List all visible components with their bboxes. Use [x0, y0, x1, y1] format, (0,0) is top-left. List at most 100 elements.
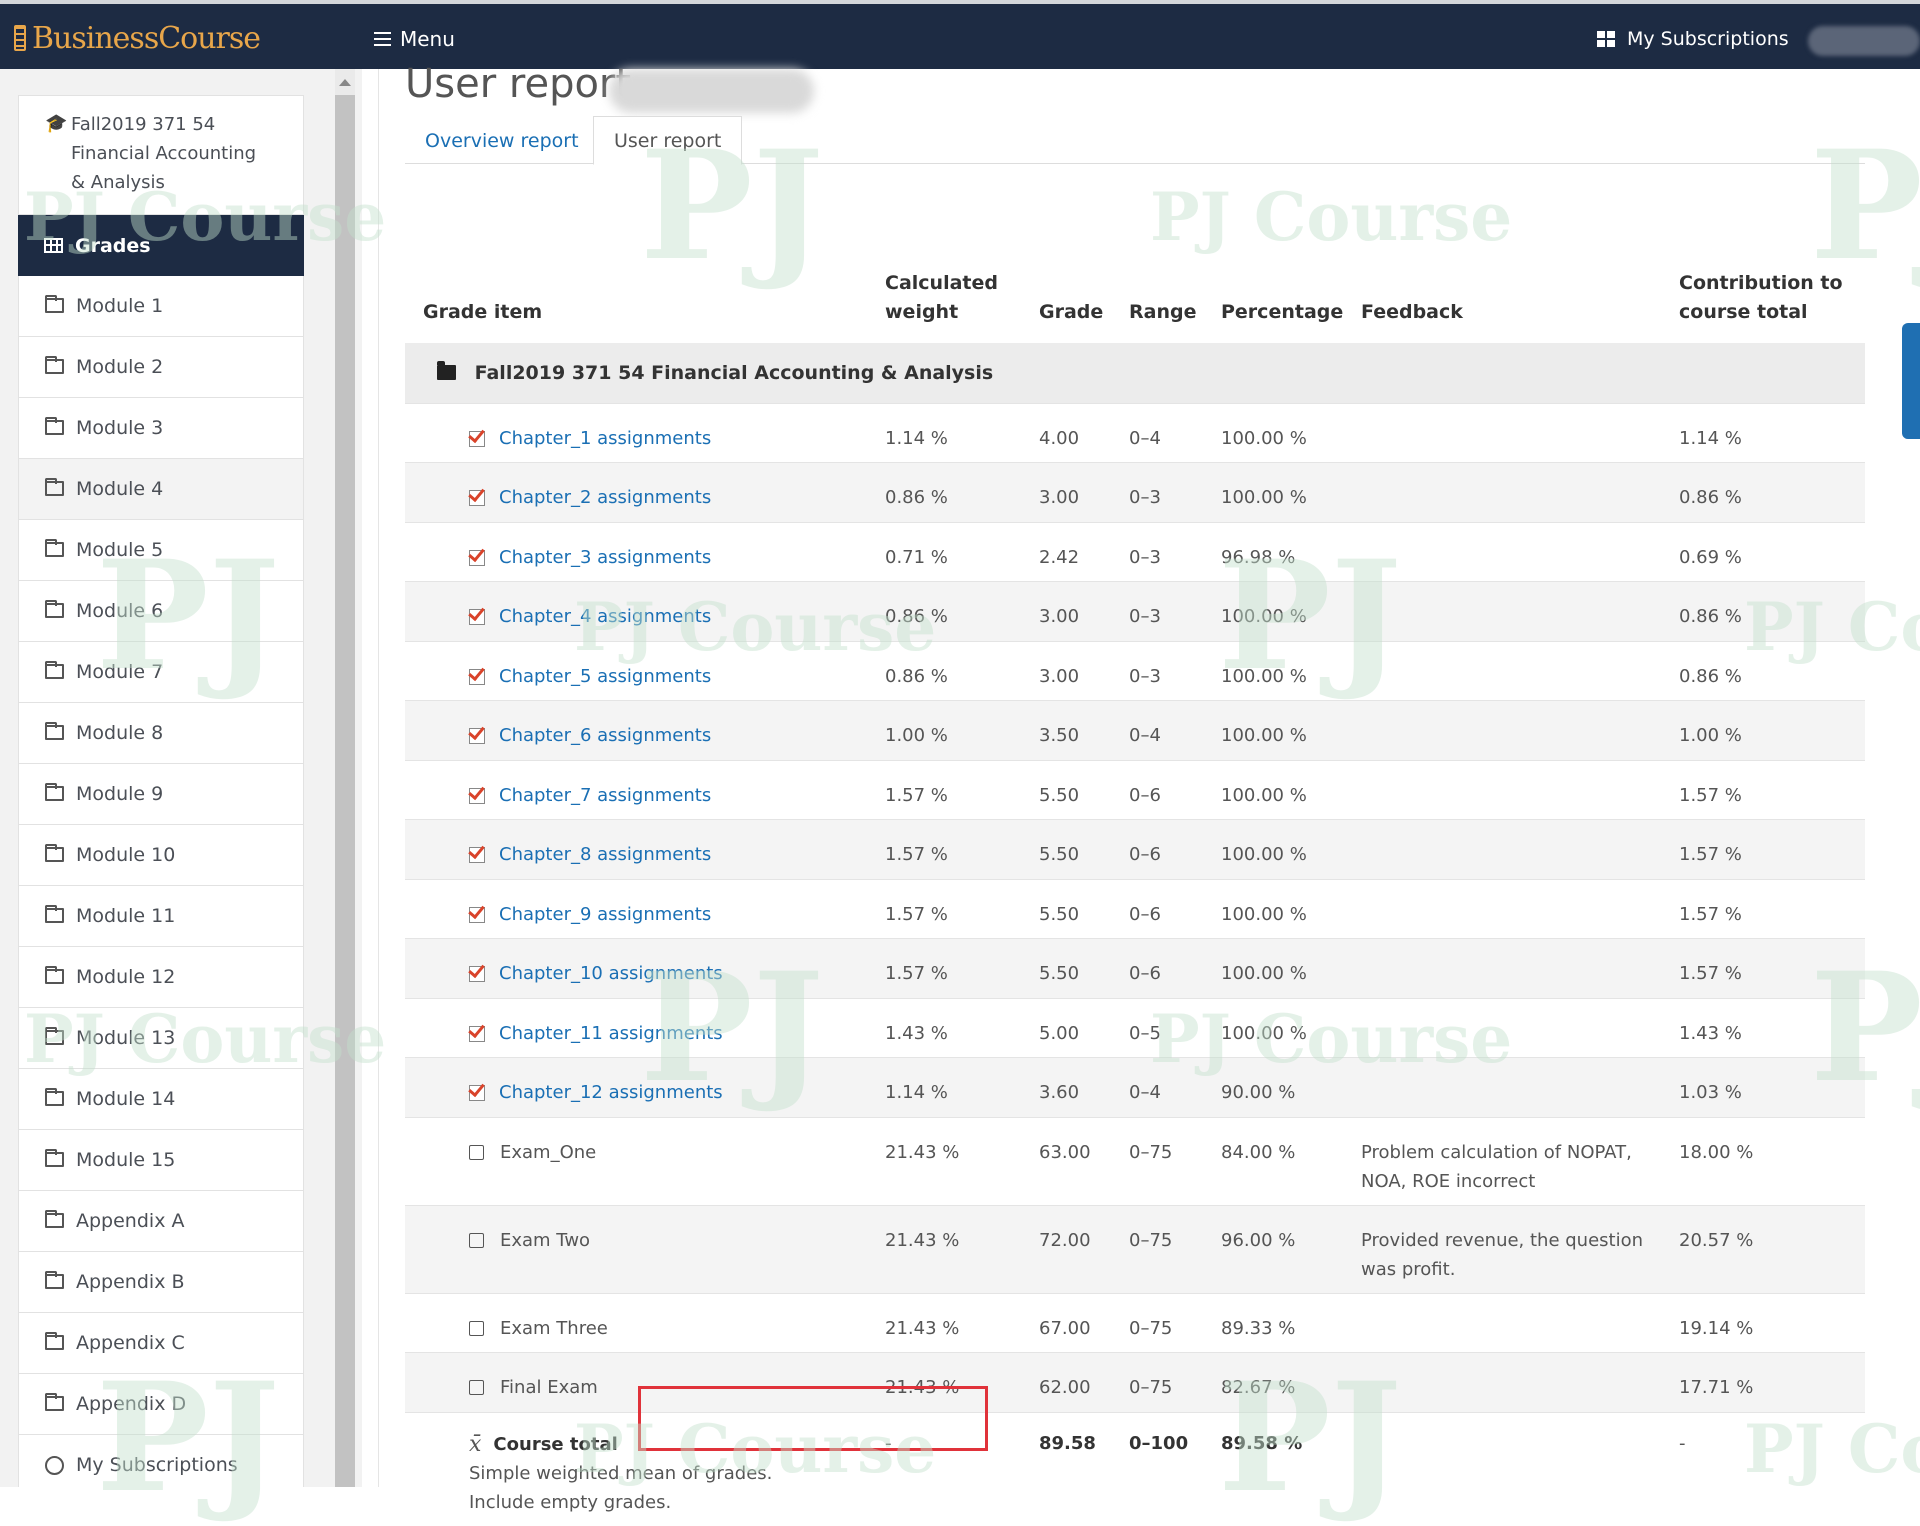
grade-item-name: Exam Three — [500, 1317, 608, 1339]
scroll-thumb[interactable] — [335, 95, 355, 1487]
grade-item-link[interactable]: Chapter_10 assignments — [499, 963, 723, 984]
grade-item-link[interactable]: Chapter_8 assignments — [499, 844, 711, 865]
graduation-cap-icon: 🎓 — [45, 113, 68, 134]
header-grade-item: Grade item — [423, 301, 543, 323]
weight-cell: 21.43 % — [885, 1352, 1039, 1412]
sidebar-item-label: Appendix D — [76, 1393, 187, 1415]
grade-item-link[interactable]: Chapter_2 assignments — [499, 487, 711, 508]
percentage-cell: 96.00 % — [1221, 1204, 1361, 1293]
assignment-icon — [469, 430, 485, 447]
grade-item-cell: Chapter_1 assignments — [405, 402, 885, 463]
range-cell: 0–3 — [1129, 462, 1221, 522]
range-cell: 0–4 — [1129, 402, 1221, 463]
grade-item-cell: Chapter_10 assignments — [405, 938, 885, 998]
sidebar-item-module-3[interactable]: Module 3 — [18, 398, 304, 459]
sidebar-item-module-4[interactable]: Module 4 — [18, 459, 304, 520]
sidebar-item-label: Module 6 — [76, 600, 164, 622]
grade-item-cell: Exam_One — [405, 1116, 885, 1205]
grade-item-link[interactable]: Chapter_6 assignments — [499, 725, 711, 746]
percentage-cell: 100.00 % — [1221, 402, 1361, 463]
range-cell: 0–6 — [1129, 759, 1221, 820]
grade-item-cell: Chapter_5 assignments — [405, 640, 885, 701]
grade-item-link[interactable]: Chapter_1 assignments — [499, 428, 711, 449]
sidebar-item-module-14[interactable]: Module 14 — [18, 1069, 304, 1130]
sidebar-item-module-9[interactable]: Module 9 — [18, 764, 304, 825]
sidebar-item-module-1[interactable]: Module 1 — [18, 276, 304, 337]
globe-icon — [45, 1455, 64, 1475]
sidebar-item-module-13[interactable]: Module 13 — [18, 1008, 304, 1069]
grade-item-link[interactable]: Chapter_7 assignments — [499, 785, 711, 806]
assignment-icon — [469, 906, 485, 923]
scroll-up-arrow[interactable] — [339, 79, 351, 86]
folder-icon — [45, 1270, 64, 1289]
percentage-cell: 100.00 % — [1221, 938, 1361, 998]
grade-item-cell: Chapter_9 assignments — [405, 878, 885, 939]
grade-cell: 3.00 — [1039, 462, 1129, 522]
grade-item-link[interactable]: Chapter_3 assignments — [499, 547, 711, 568]
sidebar-item-label: Module 7 — [76, 661, 164, 683]
course-total-cell: x̄ Course total Simple weighted mean of gr… — [405, 1411, 885, 1517]
grade-cell: 3.60 — [1039, 1057, 1129, 1117]
sidebar-item-appendix-d[interactable]: Appendix D — [18, 1374, 304, 1435]
sidebar-item-label: Appendix B — [76, 1271, 185, 1293]
tab-user-report[interactable]: User report — [593, 116, 743, 165]
grade-item-cell: Chapter_6 assignments — [405, 700, 885, 760]
sidebar-item-appendix-a[interactable]: Appendix A — [18, 1191, 304, 1252]
sidebar-item-module-10[interactable]: Module 10 — [18, 825, 304, 886]
user-menu[interactable] — [1808, 26, 1920, 56]
sidebar-item-module-15[interactable]: Module 15 — [18, 1130, 304, 1191]
contribution-cell: 17.71 % — [1679, 1352, 1865, 1412]
my-subscriptions-button[interactable]: My Subscriptions — [1597, 22, 1789, 56]
tab-overview-report[interactable]: Overview report — [405, 116, 599, 165]
percentage-cell: 89.33 % — [1221, 1292, 1361, 1353]
range-cell: 0–6 — [1129, 878, 1221, 939]
sidebar-item-module-8[interactable]: Module 8 — [18, 703, 304, 764]
header-range: Range — [1129, 301, 1197, 323]
table-row: Final Exam 21.43 % 62.00 0–75 82.67 % 17.71 % — [405, 1352, 1865, 1412]
sidebar-item-label: Module 10 — [76, 844, 176, 866]
grade-cell: 5.50 — [1039, 938, 1129, 998]
sidebar-item-module-7[interactable]: Module 7 — [18, 642, 304, 703]
weight-cell: 21.43 % — [885, 1292, 1039, 1353]
feedback-cell — [1361, 997, 1679, 1058]
grade-item-link[interactable]: Chapter_9 assignments — [499, 904, 711, 925]
grade-item-cell: Chapter_4 assignments — [405, 581, 885, 641]
table-row: Chapter_1 assignments 1.14 % 4.00 0–4 100.00… — [405, 402, 1865, 463]
sidebar-item-my-subscriptions[interactable]: My Subscriptions — [18, 1435, 304, 1487]
sidebar-item-module-11[interactable]: Module 11 — [18, 886, 304, 947]
feedback-cell — [1361, 938, 1679, 998]
contribution-cell: 0.69 % — [1679, 521, 1865, 582]
sidebar-item-label: Module 1 — [76, 295, 164, 317]
folder-icon — [45, 1148, 64, 1167]
grade-item-name: Final Exam — [500, 1377, 598, 1398]
grade-cell: 2.42 — [1039, 521, 1129, 582]
right-drawer-toggle[interactable] — [1902, 323, 1920, 439]
menu-button[interactable]: Menu — [374, 22, 455, 56]
site-logo[interactable]: BusinessCourse — [14, 18, 261, 58]
grade-item-link[interactable]: Chapter_4 assignments — [499, 606, 711, 627]
sidebar-item-appendix-b[interactable]: Appendix B — [18, 1252, 304, 1313]
manual-item-icon — [469, 1144, 484, 1160]
folder-icon — [45, 538, 64, 557]
course-total-grade: 89.58 — [1039, 1411, 1129, 1517]
grade-item-link[interactable]: Chapter_12 assignments — [499, 1082, 723, 1103]
grade-item-cell: Chapter_3 assignments — [405, 521, 885, 582]
sidebar-item-module-5[interactable]: Module 5 — [18, 520, 304, 581]
feedback-cell — [1361, 1292, 1679, 1353]
sidebar-item-module-2[interactable]: Module 2 — [18, 337, 304, 398]
sidebar-item-module-6[interactable]: Module 6 — [18, 581, 304, 642]
table-row: Chapter_2 assignments 0.86 % 3.00 0–3 100.00… — [405, 462, 1865, 522]
logo-text: BusinessCourse — [32, 20, 261, 56]
sidebar-item-appendix-c[interactable]: Appendix C — [18, 1313, 304, 1374]
category-row: Fall2019 371 54 Financial Accounting & A… — [405, 343, 1865, 403]
table-row: Chapter_8 assignments 1.57 % 5.50 0–6 100.00… — [405, 819, 1865, 879]
sidebar-item-module-12[interactable]: Module 12 — [18, 947, 304, 1008]
grade-item-name: Exam_One — [500, 1141, 597, 1163]
sidebar-course-card[interactable]: 🎓 Fall2019 371 54 Financial Accounting &… — [18, 95, 304, 215]
grade-item-link[interactable]: Chapter_5 assignments — [499, 666, 711, 687]
feedback-cell — [1361, 1411, 1679, 1517]
percentage-cell: 100.00 % — [1221, 700, 1361, 760]
sidebar-scrollbar[interactable] — [335, 69, 355, 1487]
grade-item-link[interactable]: Chapter_11 assignments — [499, 1023, 723, 1044]
sidebar-item-grades[interactable]: Grades — [18, 215, 304, 276]
